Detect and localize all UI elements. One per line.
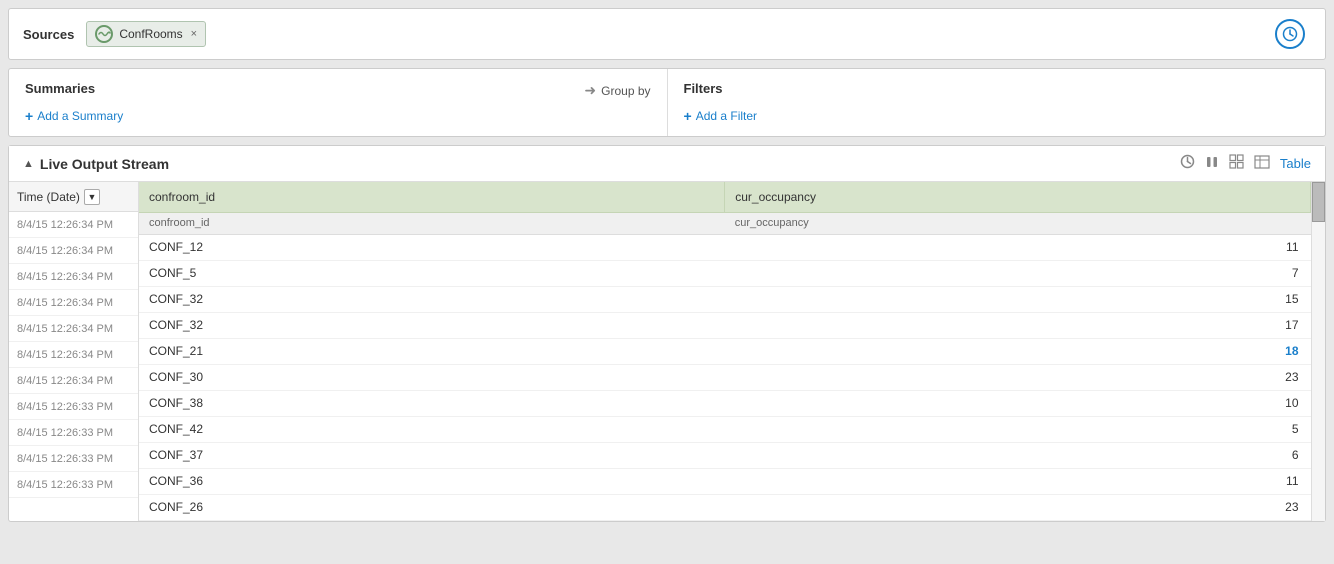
cur-occupancy-cell: 17 bbox=[725, 312, 1311, 338]
source-tag-name: ConfRooms bbox=[119, 27, 182, 41]
scroll-track[interactable] bbox=[1312, 182, 1325, 521]
confroom-id-cell: CONF_21 bbox=[139, 338, 725, 364]
data-columns: confroom_id cur_occupancy confroom_id cu… bbox=[139, 182, 1311, 521]
data-rows: CONF_1211CONF_57CONF_3215CONF_3217CONF_2… bbox=[139, 234, 1311, 520]
table-row: CONF_3215 bbox=[139, 286, 1311, 312]
plus-icon: + bbox=[25, 108, 33, 124]
cur-occupancy-cell: 23 bbox=[725, 364, 1311, 390]
wave-icon bbox=[95, 25, 113, 43]
confroom-id-cell: CONF_38 bbox=[139, 390, 725, 416]
time-cell: 8/4/15 12:26:34 PM bbox=[9, 238, 138, 264]
add-summary-label: Add a Summary bbox=[37, 109, 123, 123]
live-output-title: ▲ Live Output Stream bbox=[23, 156, 169, 172]
table-row: CONF_3810 bbox=[139, 390, 1311, 416]
confroom-id-cell: CONF_32 bbox=[139, 286, 725, 312]
header-actions: Table bbox=[1180, 154, 1311, 173]
table-row: CONF_3217 bbox=[139, 312, 1311, 338]
table-row: CONF_376 bbox=[139, 442, 1311, 468]
confroom-id-cell: CONF_42 bbox=[139, 416, 725, 442]
table-row: CONF_2118 bbox=[139, 338, 1311, 364]
clock-icon[interactable] bbox=[1275, 19, 1305, 49]
table-row: CONF_57 bbox=[139, 260, 1311, 286]
arrow-right-icon: ➜ bbox=[584, 82, 596, 99]
cur-occupancy-cell: 5 bbox=[725, 416, 1311, 442]
summary-filter-row: Summaries ➜ Group by + Add a Summary Fil… bbox=[8, 68, 1326, 137]
cur-occupancy-cell: 11 bbox=[725, 234, 1311, 260]
triangle-icon: ▲ bbox=[23, 158, 34, 170]
time-column: Time (Date) ▼ 8/4/15 12:26:34 PM8/4/15 1… bbox=[9, 182, 139, 521]
sub-col-cur-occupancy: cur_occupancy bbox=[725, 212, 1311, 234]
time-rows: 8/4/15 12:26:34 PM8/4/15 12:26:34 PM8/4/… bbox=[9, 212, 138, 498]
sub-header-row: confroom_id cur_occupancy bbox=[139, 212, 1311, 234]
time-cell: 8/4/15 12:26:33 PM bbox=[9, 420, 138, 446]
table-label[interactable]: Table bbox=[1280, 156, 1311, 171]
data-table: confroom_id cur_occupancy confroom_id cu… bbox=[139, 182, 1311, 521]
sub-col-confroom-id: confroom_id bbox=[139, 212, 725, 234]
table-row: CONF_1211 bbox=[139, 234, 1311, 260]
cur-occupancy-cell: 11 bbox=[725, 468, 1311, 494]
confroom-id-cell: CONF_30 bbox=[139, 364, 725, 390]
table-row: CONF_425 bbox=[139, 416, 1311, 442]
cur-occupancy-cell: 15 bbox=[725, 286, 1311, 312]
live-output-panel: ▲ Live Output Stream bbox=[8, 145, 1326, 522]
add-filter-link[interactable]: + Add a Filter bbox=[684, 108, 758, 124]
sources-panel: Sources ConfRooms × bbox=[8, 8, 1326, 60]
time-cell: 8/4/15 12:26:33 PM bbox=[9, 472, 138, 498]
cur-occupancy-cell: 23 bbox=[725, 494, 1311, 520]
confroom-id-cell: CONF_12 bbox=[139, 234, 725, 260]
live-output-header: ▲ Live Output Stream bbox=[9, 146, 1325, 182]
time-cell: 8/4/15 12:26:34 PM bbox=[9, 342, 138, 368]
table-row: CONF_3023 bbox=[139, 364, 1311, 390]
confroom-id-cell: CONF_5 bbox=[139, 260, 725, 286]
table-row: CONF_3611 bbox=[139, 468, 1311, 494]
confroom-id-cell: CONF_26 bbox=[139, 494, 725, 520]
group-by-link[interactable]: ➜ Group by bbox=[584, 82, 650, 99]
time-cell: 8/4/15 12:26:34 PM bbox=[9, 264, 138, 290]
time-dropdown[interactable]: ▼ bbox=[84, 189, 100, 205]
main-container: Sources ConfRooms × Summaries bbox=[0, 0, 1334, 564]
confroom-id-cell: CONF_32 bbox=[139, 312, 725, 338]
source-tag: ConfRooms × bbox=[86, 21, 206, 47]
add-summary-link[interactable]: + Add a Summary bbox=[25, 108, 123, 124]
time-cell: 8/4/15 12:26:34 PM bbox=[9, 316, 138, 342]
filters-panel: Filters + Add a Filter bbox=[668, 69, 1326, 136]
grid-icon[interactable] bbox=[1229, 154, 1244, 173]
filters-title: Filters bbox=[684, 81, 723, 96]
plus-icon-filter: + bbox=[684, 108, 692, 124]
col-header-cur-occupancy: cur_occupancy bbox=[725, 182, 1311, 212]
time-header: Time (Date) ▼ bbox=[9, 182, 138, 212]
scroll-thumb[interactable] bbox=[1312, 182, 1325, 222]
table-row: CONF_2623 bbox=[139, 494, 1311, 520]
confroom-id-cell: CONF_37 bbox=[139, 442, 725, 468]
time-header-label: Time (Date) bbox=[17, 190, 80, 204]
table-view-icon[interactable] bbox=[1254, 155, 1270, 173]
time-cell: 8/4/15 12:26:34 PM bbox=[9, 290, 138, 316]
col-header-confroom-id: confroom_id bbox=[139, 182, 725, 212]
table-content: Time (Date) ▼ 8/4/15 12:26:34 PM8/4/15 1… bbox=[9, 182, 1325, 521]
source-tag-close-button[interactable]: × bbox=[191, 28, 197, 40]
sources-label: Sources bbox=[23, 27, 74, 42]
cur-occupancy-cell: 10 bbox=[725, 390, 1311, 416]
cur-occupancy-cell: 18 bbox=[725, 338, 1311, 364]
summaries-title: Summaries bbox=[25, 81, 95, 96]
live-output-title-text: Live Output Stream bbox=[40, 156, 169, 172]
group-by-label: Group by bbox=[601, 84, 650, 98]
time-cell: 8/4/15 12:26:33 PM bbox=[9, 446, 138, 472]
time-cell: 8/4/15 12:26:33 PM bbox=[9, 394, 138, 420]
cur-occupancy-cell: 6 bbox=[725, 442, 1311, 468]
time-cell: 8/4/15 12:26:34 PM bbox=[9, 368, 138, 394]
scrollbar[interactable] bbox=[1311, 182, 1325, 521]
clock-small-icon[interactable] bbox=[1180, 154, 1195, 173]
add-filter-label: Add a Filter bbox=[696, 109, 757, 123]
cur-occupancy-cell: 7 bbox=[725, 260, 1311, 286]
time-cell: 8/4/15 12:26:34 PM bbox=[9, 212, 138, 238]
confroom-id-cell: CONF_36 bbox=[139, 468, 725, 494]
summaries-panel: Summaries ➜ Group by + Add a Summary bbox=[9, 69, 668, 136]
pause-icon[interactable] bbox=[1205, 155, 1219, 173]
